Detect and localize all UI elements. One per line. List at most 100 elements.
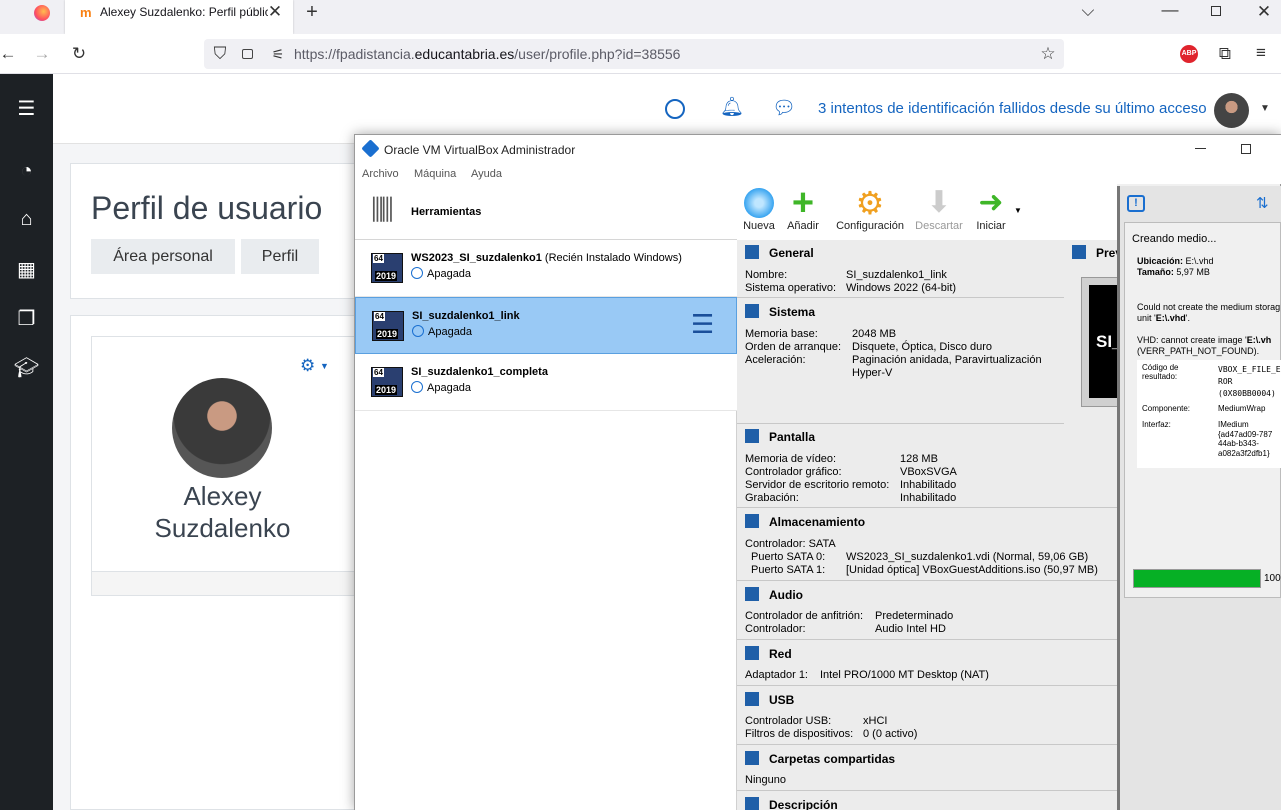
user-avatar[interactable] [1214,93,1249,128]
red-value: Intel PRO/1000 MT Desktop (NAT) [820,669,989,681]
settings-button[interactable]: ⚙ Configuración [835,184,905,232]
audio-value: Predeterminado [875,610,954,622]
user-menu-caret-icon[interactable]: ▼ [1260,103,1270,114]
notification-settings-icon[interactable]: ⇅ [1256,194,1269,212]
language-globe-icon[interactable] [665,99,685,119]
section-carpetas: Carpetas compartidas Ninguno [737,746,1117,791]
general-header[interactable]: General [745,245,814,260]
discard-button[interactable]: ⬇ Descartar [913,184,965,233]
vm-details-menu-icon[interactable]: ☰ [691,311,714,337]
permissions-icon[interactable]: ⚟ [266,44,290,64]
descripcion-title: Descripción [769,798,838,810]
red-header[interactable]: Red [745,646,792,661]
pantalla-header[interactable]: Pantalla [745,429,815,444]
windows-2019-badge-icon: 64 2019 [372,311,404,341]
tab-close-icon[interactable]: ✕ [263,2,287,22]
lock-icon[interactable] [242,49,253,59]
start-button[interactable]: ➜ Iniciar [973,184,1009,233]
url-domain: educantabria.es [414,46,515,62]
breadcrumb-perfil[interactable]: Perfil [241,239,319,274]
bookmark-star-icon[interactable]: ☆ [1036,44,1060,64]
tools-item[interactable]: ⫼⫼ Herramientas [355,184,737,240]
menu-archivo[interactable]: Archivo [362,168,399,180]
courses-icon[interactable]: 🎓︎ [0,355,53,380]
page-title: Perfil de usuario [91,190,323,226]
menu-maquina[interactable]: Máquina [414,168,456,180]
reload-icon[interactable]: ↻ [67,44,91,64]
adblock-icon[interactable]: ABP [1180,45,1198,63]
start-dropdown-icon[interactable]: ▼ [1014,206,1022,215]
vbox-maximize-icon[interactable] [1241,144,1251,154]
vbox-minimize-icon[interactable] [1195,148,1206,149]
progress-label: 100 [1264,573,1281,584]
vm-state-text: Apagada [427,382,472,394]
moodle-sidebar [0,74,53,810]
notifications-bell-icon[interactable]: 🔔︎ [720,95,744,119]
vm-row-selected[interactable]: 64 2019 SI_suzdalenko1_link Apagada ☰ [355,297,737,354]
pantalla-value: Inhabilitado [900,492,957,504]
windows-2019-badge-icon: 64 2019 [371,367,403,397]
error-line-4: (VERR_PATH_NOT_FOUND). [1137,346,1260,356]
error-text: VHD: cannot create image ' [1137,335,1247,345]
new-vm-button[interactable]: Nueva [741,184,777,232]
dashboard-icon[interactable]: ◔ [0,160,53,183]
tracking-shield-icon[interactable]: ⛉ [208,44,232,64]
home-icon[interactable]: ⌂ [0,208,53,231]
descripcion-header[interactable]: Descripción [745,797,838,810]
vm-state: Apagada [412,325,472,338]
almacenamiento-header[interactable]: Almacenamiento [745,514,865,529]
extensions-icon[interactable]: ⧉ [1213,44,1237,64]
breadcrumb-area-personal[interactable]: Área personal [91,239,235,274]
red-key: Adaptador 1: [745,669,808,681]
firefox-icon[interactable] [34,5,50,21]
pantalla-title: Pantalla [769,430,816,444]
usb-value: 0 (0 activo) [863,728,918,740]
add-vm-button[interactable]: + Añadir [785,184,821,232]
profile-user-name: Alexey Suzdalenko [110,480,335,544]
notification-alert-icon[interactable]: ! [1127,195,1145,212]
vm-row[interactable]: 64 2019 SI_suzdalenko1_completa Apagada [355,354,737,411]
maximize-window-icon[interactable] [1211,6,1221,16]
profile-settings-gear-icon[interactable]: ⚙ ▼ [300,356,329,376]
network-icon [745,646,759,660]
menu-ayuda[interactable]: Ayuda [471,168,502,180]
minimize-window-icon[interactable]: — [1158,0,1182,20]
vbox-menubar: Archivo Máquina Ayuda [355,165,1281,184]
carpetas-header[interactable]: Carpetas compartidas [745,751,895,766]
sistema-header[interactable]: Sistema [745,304,815,319]
files-icon[interactable]: ❐ [0,306,53,331]
general-key: Nombre: [745,269,788,281]
forward-icon[interactable]: → [30,44,54,64]
location-key: Ubicación: [1137,256,1184,266]
sistema-value: Hyper-V [852,367,893,379]
back-icon[interactable]: ← [0,44,20,64]
app-menu-icon[interactable]: ≡ [1249,43,1273,63]
size-value: 5,97 MB [1176,267,1210,277]
vm-name-text: WS2023_SI_suzdalenko1 [411,252,542,264]
audio-header[interactable]: Audio [745,587,803,602]
tab-list-chevron-icon[interactable]: ⌵ [1076,1,1100,21]
user-first-name: Alexey [183,481,262,511]
failed-login-alert[interactable]: 3 intentos de identificación fallidos de… [818,100,1207,117]
component-value: MediumWrap [1218,404,1266,413]
usb-header[interactable]: USB [745,692,794,707]
messages-icon[interactable]: 💬︎ [772,96,796,120]
almacenamiento-title: Almacenamiento [769,515,866,529]
virtualbox-window-title: Oracle VM VirtualBox Administrador [384,143,576,157]
user-last-name: Suzdalenko [154,513,291,543]
section-pantalla: Pantalla Memoria de vídeo: 128 MB Control… [737,424,1117,508]
preview-header[interactable]: Prev [1072,245,1122,260]
calendar-icon[interactable]: ▦ [0,257,53,282]
audio-speaker-icon [745,587,759,601]
close-window-icon[interactable]: ✕ [1252,2,1276,22]
vm-row[interactable]: 64 2019 WS2023_SI_suzdalenko1 (Recién Ins… [355,240,737,297]
almacenamiento-key: Puerto SATA 1: [751,564,826,576]
usb-title: USB [769,693,795,707]
settings-label: Configuración [836,220,904,232]
url-text[interactable]: https://fpadistancia.educantabria.es/use… [294,46,680,62]
result-code-value: VBOX_E_FILE_E ROR (0X80BB0004) [1218,364,1281,400]
new-tab-icon[interactable]: + [300,2,324,22]
hamburger-menu-icon[interactable]: ☰ [0,96,53,121]
pantalla-display-icon [745,429,759,443]
vbox-toolbar: Nueva + Añadir ⚙ Configuración ⬇ Descartar … [737,184,1117,240]
